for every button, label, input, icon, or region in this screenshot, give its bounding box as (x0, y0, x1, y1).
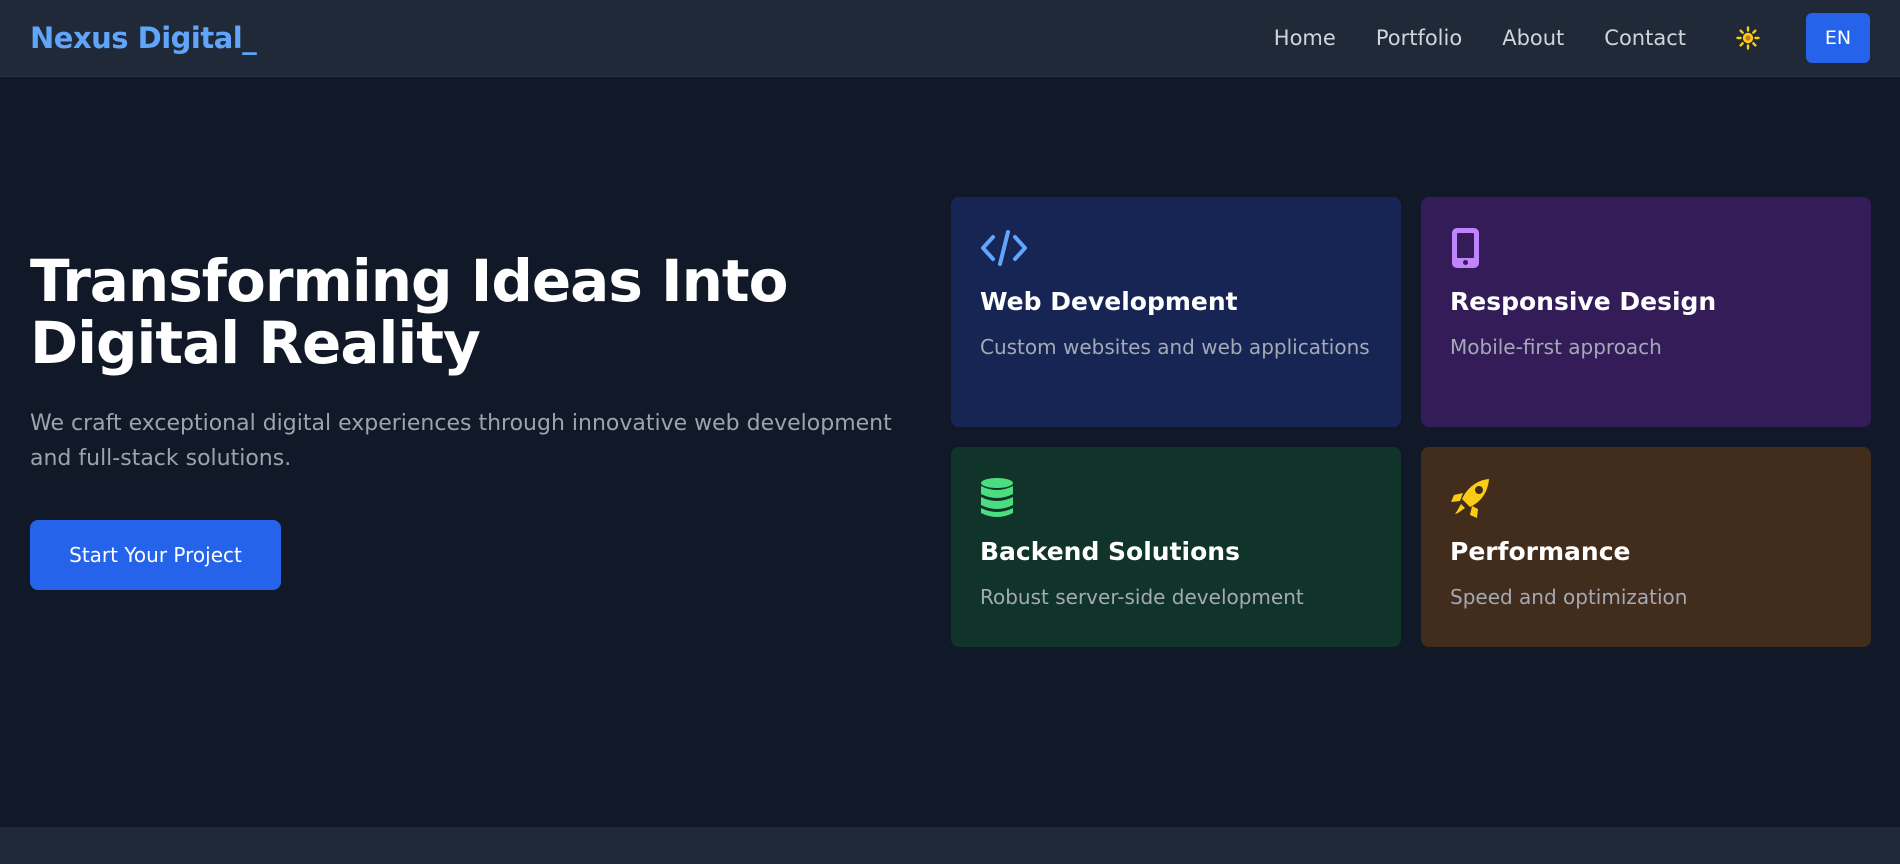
feature-card-backend-solutions: Backend Solutions Robust server-side dev… (951, 447, 1401, 647)
mobile-icon (1452, 228, 1479, 268)
rocket-icon (1451, 479, 1489, 518)
navbar: Nexus Digital_ Home Portfolio About Cont… (0, 0, 1900, 77)
language-button[interactable]: EN (1806, 13, 1870, 63)
hero-title-line-2: Digital Reality (30, 309, 481, 377)
feature-title: Responsive Design (1450, 287, 1717, 316)
code-icon (981, 230, 1027, 266)
nav-link-home[interactable]: Home (1274, 26, 1336, 50)
feature-card-performance: Performance Speed and optimization (1421, 447, 1871, 647)
sun-icon (1736, 26, 1760, 50)
database-icon (981, 478, 1013, 517)
nav-link-contact[interactable]: Contact (1604, 26, 1686, 50)
feature-description: Mobile-first approach (1450, 335, 1662, 359)
feature-card-web-development: Web Development Custom websites and web … (951, 197, 1401, 427)
feature-title: Performance (1450, 537, 1631, 566)
nav-link-portfolio[interactable]: Portfolio (1376, 26, 1462, 50)
nav-link-about[interactable]: About (1502, 26, 1564, 50)
feature-card-responsive-design: Responsive Design Mobile-first approach (1421, 197, 1871, 427)
features-grid: Web Development Custom websites and web … (951, 197, 1871, 647)
feature-title: Backend Solutions (980, 537, 1240, 566)
hero-title-line-1: Transforming Ideas Into (30, 247, 788, 315)
hero-title: Transforming Ideas Into Digital Reality (30, 250, 930, 374)
nav-menu: Home Portfolio About Contact EN (1274, 13, 1870, 63)
feature-description: Speed and optimization (1450, 585, 1688, 609)
footer-strip (0, 827, 1900, 864)
hero-section: Transforming Ideas Into Digital Reality … (30, 250, 930, 590)
feature-title: Web Development (980, 287, 1238, 316)
hero-subtitle: We craft exceptional digital experiences… (30, 411, 892, 471)
brand-logo[interactable]: Nexus Digital_ (30, 21, 257, 55)
theme-toggle-button[interactable] (1734, 24, 1762, 52)
feature-description: Robust server-side development (980, 585, 1304, 609)
start-project-button[interactable]: Start Your Project (30, 520, 281, 590)
feature-description: Custom websites and web applications (980, 335, 1370, 359)
